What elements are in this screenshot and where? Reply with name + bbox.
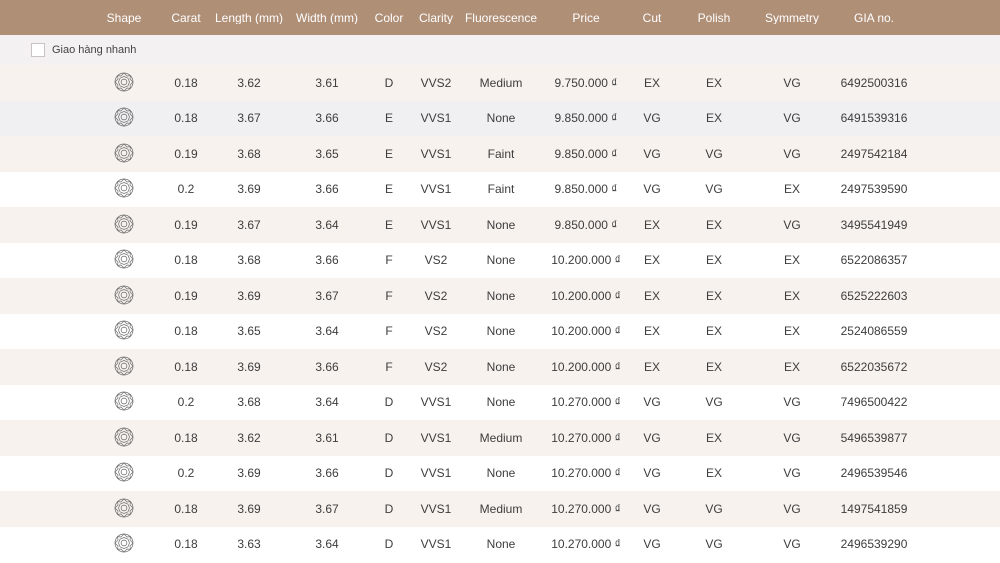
gia-number-cell: 1497541859	[840, 502, 908, 515]
table-row[interactable]: 0.18 3.63 3.64 D VVS1 None 10.270.000 ₫ VG VG VG 2…	[0, 526, 1000, 562]
table-row[interactable]: 0.18 3.67 3.66 E VVS1 None 9.850.000 ₫ VG EX VG 64…	[0, 100, 1000, 136]
table-row[interactable]: 0.2 3.69 3.66 D VVS1 None 10.270.000 ₫ VG EX VG 24…	[0, 455, 1000, 491]
table-row[interactable]: 0.19 3.68 3.65 E VVS1 Faint 9.850.000 ₫ VG VG VG 2…	[0, 136, 1000, 172]
table-header: Shape Carat Length (mm) Width (mm) Color Clar…	[0, 0, 1000, 35]
gia-number-cell: 2496539290	[840, 538, 908, 551]
diamond-table: Shape Carat Length (mm) Width (mm) Color Clar…	[0, 0, 1000, 562]
table-row[interactable]: 0.18 3.62 3.61 D VVS1 Medium 10.270.000 ₫ VG EX V…	[0, 420, 1000, 456]
table-row[interactable]: 0.18 3.62 3.61 D VVS2 Medium 9.750.000 ₫ EX EX VG…	[0, 65, 1000, 101]
gia-number-cell: 6522086357	[840, 254, 908, 267]
gia-number-cell: 6522035672	[840, 360, 908, 373]
filter-bar: Giao hàng nhanh	[0, 35, 1000, 65]
table-row[interactable]: 0.19 3.69 3.67 F VS2 None 10.200.000 ₫ EX EX EX 65…	[0, 278, 1000, 314]
gia-number-cell: 2497542184	[840, 147, 908, 160]
gia-number-cell: 5496539877	[840, 431, 908, 444]
table-row[interactable]: 0.2 3.68 3.64 D VVS1 None 10.270.000 ₫ VG VG VG 74…	[0, 384, 1000, 420]
gia-number-cell: 2496539546	[840, 467, 908, 480]
gia-number-cell: 2497539590	[840, 183, 908, 196]
gia-number-cell: 2524086559	[840, 325, 908, 338]
gia-number-cell: 3495541949	[840, 218, 908, 231]
table-row[interactable]: 0.18 3.69 3.67 D VVS1 Medium 10.270.000 ₫ VG VG V…	[0, 491, 1000, 527]
gia-number-cell: 6491539316	[840, 112, 908, 125]
table-row[interactable]: 0.18 3.65 3.64 F VS2 None 10.200.000 ₫ EX EX EX 25…	[0, 313, 1000, 349]
table-row[interactable]: 0.18 3.68 3.66 F VS2 None 10.200.000 ₫ EX EX EX 65…	[0, 242, 1000, 278]
table-row[interactable]: 0.19 3.67 3.64 E VVS1 None 9.850.000 ₫ EX EX VG 34…	[0, 207, 1000, 243]
table-row[interactable]: 0.18 3.69 3.66 F VS2 None 10.200.000 ₫ EX EX EX 65…	[0, 349, 1000, 385]
gia-number-cell: 7496500422	[840, 396, 908, 409]
fast-delivery-checkbox[interactable]	[31, 43, 45, 57]
table-row[interactable]: 0.2 3.69 3.66 E VVS1 Faint 9.850.000 ₫ VG VG EX 24…	[0, 171, 1000, 207]
col-gia[interactable]: GIA no.	[819, 12, 929, 24]
gia-number-cell: 6525222603	[840, 289, 908, 302]
fast-delivery-label: Giao hàng nhanh	[52, 44, 137, 56]
gia-number-cell: 6492500316	[840, 76, 908, 89]
